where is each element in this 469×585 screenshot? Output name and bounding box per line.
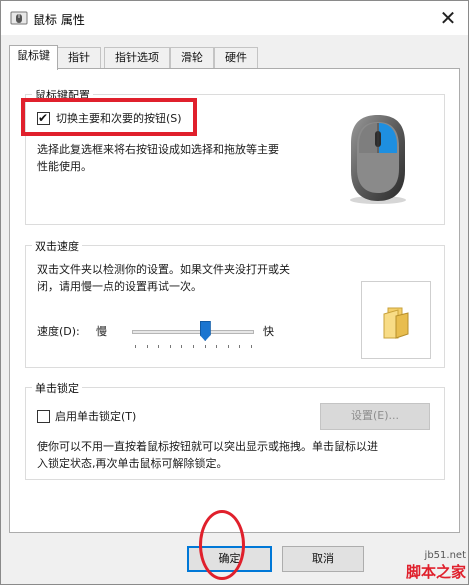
click-lock-settings-button[interactable]: 设置(E)... bbox=[320, 403, 430, 430]
folder-icon[interactable] bbox=[382, 304, 412, 340]
slider-tick bbox=[239, 345, 241, 348]
tab-wheel[interactable]: 滑轮 bbox=[170, 47, 214, 69]
slider-tick bbox=[227, 345, 229, 348]
slow-label: 慢 bbox=[96, 325, 107, 338]
speed-slider-track[interactable] bbox=[132, 330, 254, 334]
mouse-app-icon bbox=[10, 11, 28, 25]
slider-tick bbox=[135, 345, 136, 348]
annotation-circle bbox=[199, 510, 245, 580]
slider-tick bbox=[216, 345, 218, 348]
double-click-group-label: 双击速度 bbox=[32, 238, 82, 254]
title-bar: 鼠标 属性 ✕ bbox=[1, 1, 468, 35]
cancel-button[interactable]: 取消 bbox=[282, 546, 364, 572]
fast-label: 快 bbox=[263, 325, 274, 338]
speed-label: 速度(D): bbox=[37, 325, 80, 338]
switch-description-line1: 选择此复选框来将右按钮设成如选择和拖放等主要 bbox=[37, 143, 279, 156]
watermark-text: 脚本之家 bbox=[405, 563, 466, 581]
tab-buttons[interactable]: 鼠标键 bbox=[9, 45, 58, 70]
slider-tick bbox=[169, 345, 171, 348]
watermark-url: jb51.net bbox=[424, 550, 466, 561]
click-lock-description-line2: 入锁定状态,再次单击鼠标可解除锁定。 bbox=[37, 457, 228, 470]
tab-pointers[interactable]: 指针 bbox=[57, 47, 101, 69]
slider-tick bbox=[146, 345, 148, 348]
click-lock-label[interactable]: 启用单击锁定(T) bbox=[55, 408, 136, 425]
mouse-properties-window: 鼠标 属性 ✕ 鼠标键 指针 指针选项 滑轮 硬件 鼠标键配置 ✔ 切换主要和次… bbox=[0, 0, 469, 585]
click-lock-checkbox[interactable] bbox=[37, 410, 50, 423]
mouse-image-icon bbox=[350, 115, 406, 204]
double-click-description-line1: 双击文件夹以检测你的设置。如果文件夹没打开或关 bbox=[37, 263, 290, 276]
slider-tick bbox=[158, 345, 160, 348]
slider-tick bbox=[251, 345, 252, 348]
slider-tick bbox=[181, 345, 183, 348]
close-button[interactable]: ✕ bbox=[433, 3, 463, 33]
click-lock-description-line1: 使你可以不用一直按着鼠标按钮就可以突出显示或拖拽。单击鼠标以进 bbox=[37, 440, 378, 453]
slider-tick bbox=[204, 345, 206, 348]
annotation-highlight-box bbox=[21, 98, 197, 136]
watermark: jb51.net 脚本之家 bbox=[406, 550, 466, 582]
click-lock-group-label: 单击锁定 bbox=[32, 380, 82, 396]
switch-description-line2: 性能使用。 bbox=[37, 160, 92, 173]
window-title: 鼠标 属性 bbox=[33, 13, 85, 27]
double-click-description-line2: 闭，请用慢一点的设置再试一次。 bbox=[37, 280, 202, 293]
slider-tick bbox=[193, 345, 194, 348]
test-folder-area[interactable] bbox=[361, 281, 431, 359]
tab-hardware[interactable]: 硬件 bbox=[214, 47, 258, 69]
tab-pointer-options[interactable]: 指针选项 bbox=[104, 47, 170, 69]
